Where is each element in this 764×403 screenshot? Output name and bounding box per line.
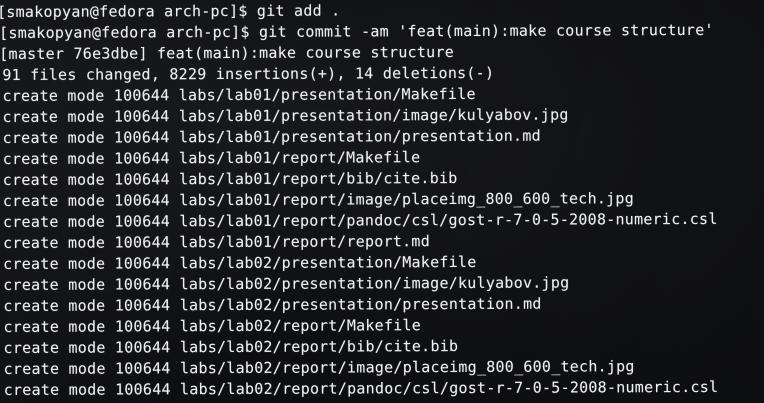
- commit-summary-line: [master 76e3dbe] feat(main):make course …: [0, 43, 455, 64]
- output-line: create mode 100644 labs/lab02/presentati…: [3, 252, 477, 273]
- output-line: create mode 100644 labs/lab01/report/rep…: [3, 232, 431, 252]
- output-line: create mode 100644 labs/lab02/presentati…: [3, 273, 570, 294]
- prompt-line-git-commit: [smakopyan@fedora arch-pc]$ git commit -…: [0, 20, 714, 43]
- output-line: create mode 100644 labs/lab01/presentati…: [2, 126, 541, 147]
- output-line: create mode 100644 labs/lab02/presentati…: [3, 294, 542, 315]
- prompt-line-git-add: [smakopyan@fedora arch-pc]$ git add .: [0, 1, 341, 22]
- output-line: create mode 100644 labs/lab02/report/bib…: [3, 337, 459, 357]
- terminal-screen: [smakopyan@fedora arch-pc]$ git add . [s…: [0, 0, 764, 403]
- commit-stats-line: 91 files changed, 8229 insertions(+), 14…: [2, 63, 495, 84]
- output-line: create mode 100644 labs/lab01/report/bib…: [2, 169, 458, 189]
- terminal-output[interactable]: [smakopyan@fedora arch-pc]$ git add . [s…: [0, 0, 764, 403]
- output-line: create mode 100644 labs/lab01/report/Mak…: [2, 148, 421, 168]
- output-line: create mode 100644 labs/lab02/report/ima…: [3, 357, 635, 378]
- output-line: create mode 100644 labs/lab01/presentati…: [2, 84, 476, 105]
- output-line: create mode 100644 labs/lab01/report/ima…: [2, 189, 635, 210]
- output-line: create mode 100644 labs/lab02/report/Mak…: [3, 316, 422, 336]
- output-line: create mode 100644 labs/lab01/report/pan…: [2, 209, 718, 231]
- output-line: create mode 100644 labs/lab02/report/pan…: [3, 377, 719, 399]
- output-line: create mode 100644 labs/lab01/presentati…: [2, 105, 569, 126]
